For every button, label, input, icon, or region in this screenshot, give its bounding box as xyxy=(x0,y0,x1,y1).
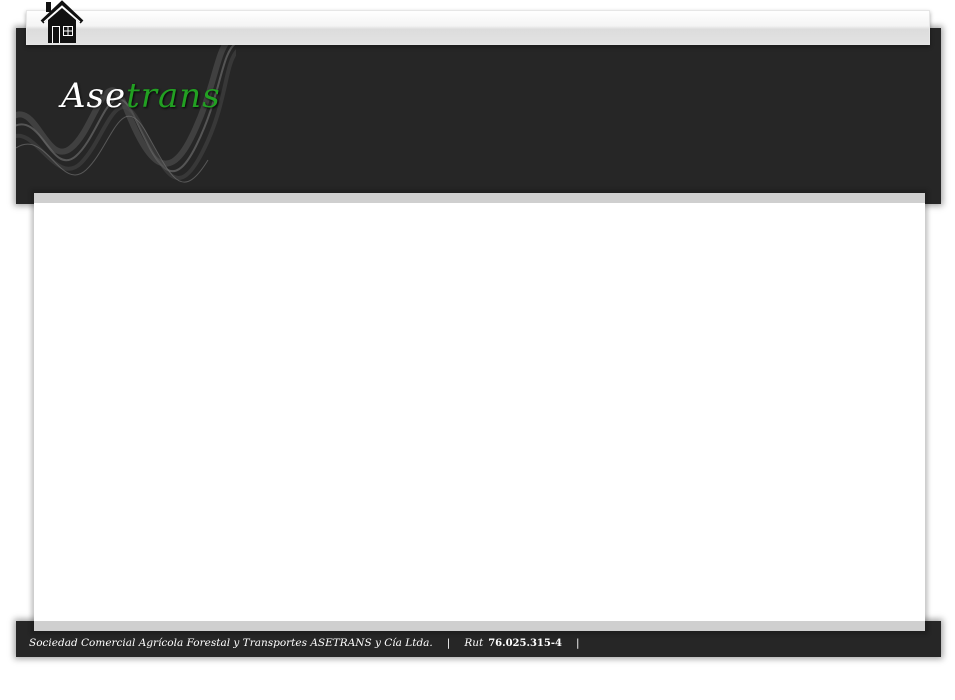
logo-text-trans: trans xyxy=(126,76,221,116)
footer-rut-value: 76.025.315-4 xyxy=(488,638,562,649)
home-link[interactable] xyxy=(40,0,84,44)
content-panel xyxy=(34,193,925,631)
site-logo[interactable]: Asetrans xyxy=(61,76,221,116)
home-icon xyxy=(40,0,84,43)
site-header: Asetrans xyxy=(16,28,941,204)
footer-company-name: Sociedad Comercial Agrícola Forestal y T… xyxy=(29,637,433,649)
logo-text-ase: Ase xyxy=(61,76,127,116)
footer-separator-end: | xyxy=(575,637,580,649)
wave-decoration xyxy=(16,35,236,183)
top-nav-bar xyxy=(26,10,930,45)
footer-rut-label: Rut xyxy=(464,637,484,649)
footer-info: Sociedad Comercial Agrícola Forestal y T… xyxy=(29,637,594,649)
footer-separator: | xyxy=(446,637,451,649)
page: Asetrans Sociedad Comercial Agrícola For… xyxy=(0,0,955,700)
